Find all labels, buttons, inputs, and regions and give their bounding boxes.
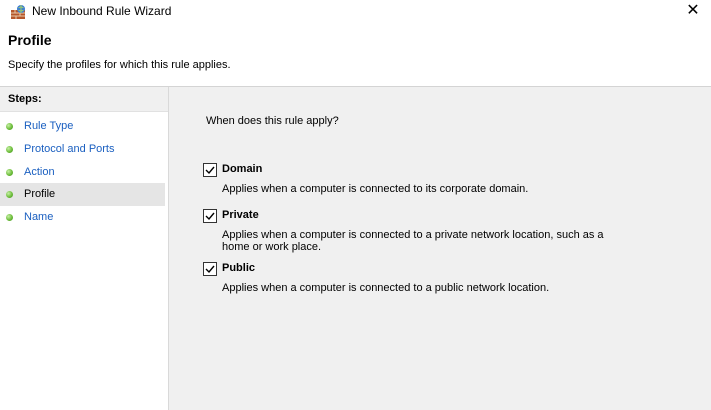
public-label[interactable]: Public (222, 262, 255, 274)
step-bullet-icon (6, 146, 13, 153)
sidebar-item-label: Name (24, 211, 54, 223)
sidebar-item-label: Rule Type (24, 120, 74, 132)
domain-description: Applies when a computer is connected to … (222, 183, 529, 195)
private-checkbox[interactable] (203, 209, 217, 223)
sidebar-item-profile[interactable]: Profile (0, 183, 165, 206)
page-subtitle: Specify the profiles for which this rule… (8, 59, 231, 71)
steps-sidebar: Steps: Rule Type Protocol and Ports Acti… (0, 87, 169, 410)
private-description: Applies when a computer is connected to … (222, 229, 604, 253)
checkmark-icon (205, 212, 215, 221)
public-checkbox[interactable] (203, 262, 217, 276)
wizard-header: Profile Specify the profiles for which t… (0, 24, 711, 87)
checkmark-icon (205, 166, 215, 175)
step-bullet-icon (6, 169, 13, 176)
main-content: When does this rule apply? Domain Applie… (169, 87, 711, 410)
sidebar-item-label: Action (24, 166, 55, 178)
question-label: When does this rule apply? (206, 115, 339, 127)
domain-label[interactable]: Domain (222, 163, 262, 175)
step-bullet-icon (6, 191, 13, 198)
firewall-icon (10, 4, 26, 20)
sidebar-item-protocol-and-ports[interactable]: Protocol and Ports (0, 138, 165, 161)
public-description: Applies when a computer is connected to … (222, 282, 550, 294)
sidebar-item-label: Protocol and Ports (24, 143, 115, 155)
checkmark-icon (205, 265, 215, 274)
window-title: New Inbound Rule Wizard (32, 4, 172, 18)
steps-header: Steps: (0, 87, 168, 112)
step-bullet-icon (6, 123, 13, 130)
step-bullet-icon (6, 214, 13, 221)
domain-checkbox[interactable] (203, 163, 217, 177)
page-title: Profile (8, 32, 52, 48)
sidebar-item-rule-type[interactable]: Rule Type (0, 115, 165, 138)
close-button[interactable]: ✕ (681, 2, 705, 22)
sidebar-item-label: Profile (24, 188, 56, 200)
steps-label: Steps: (8, 93, 42, 105)
title-bar: New Inbound Rule Wizard ✕ (0, 0, 711, 24)
private-label[interactable]: Private (222, 209, 259, 221)
sidebar-item-name[interactable]: Name (0, 206, 165, 229)
sidebar-item-action[interactable]: Action (0, 161, 165, 184)
